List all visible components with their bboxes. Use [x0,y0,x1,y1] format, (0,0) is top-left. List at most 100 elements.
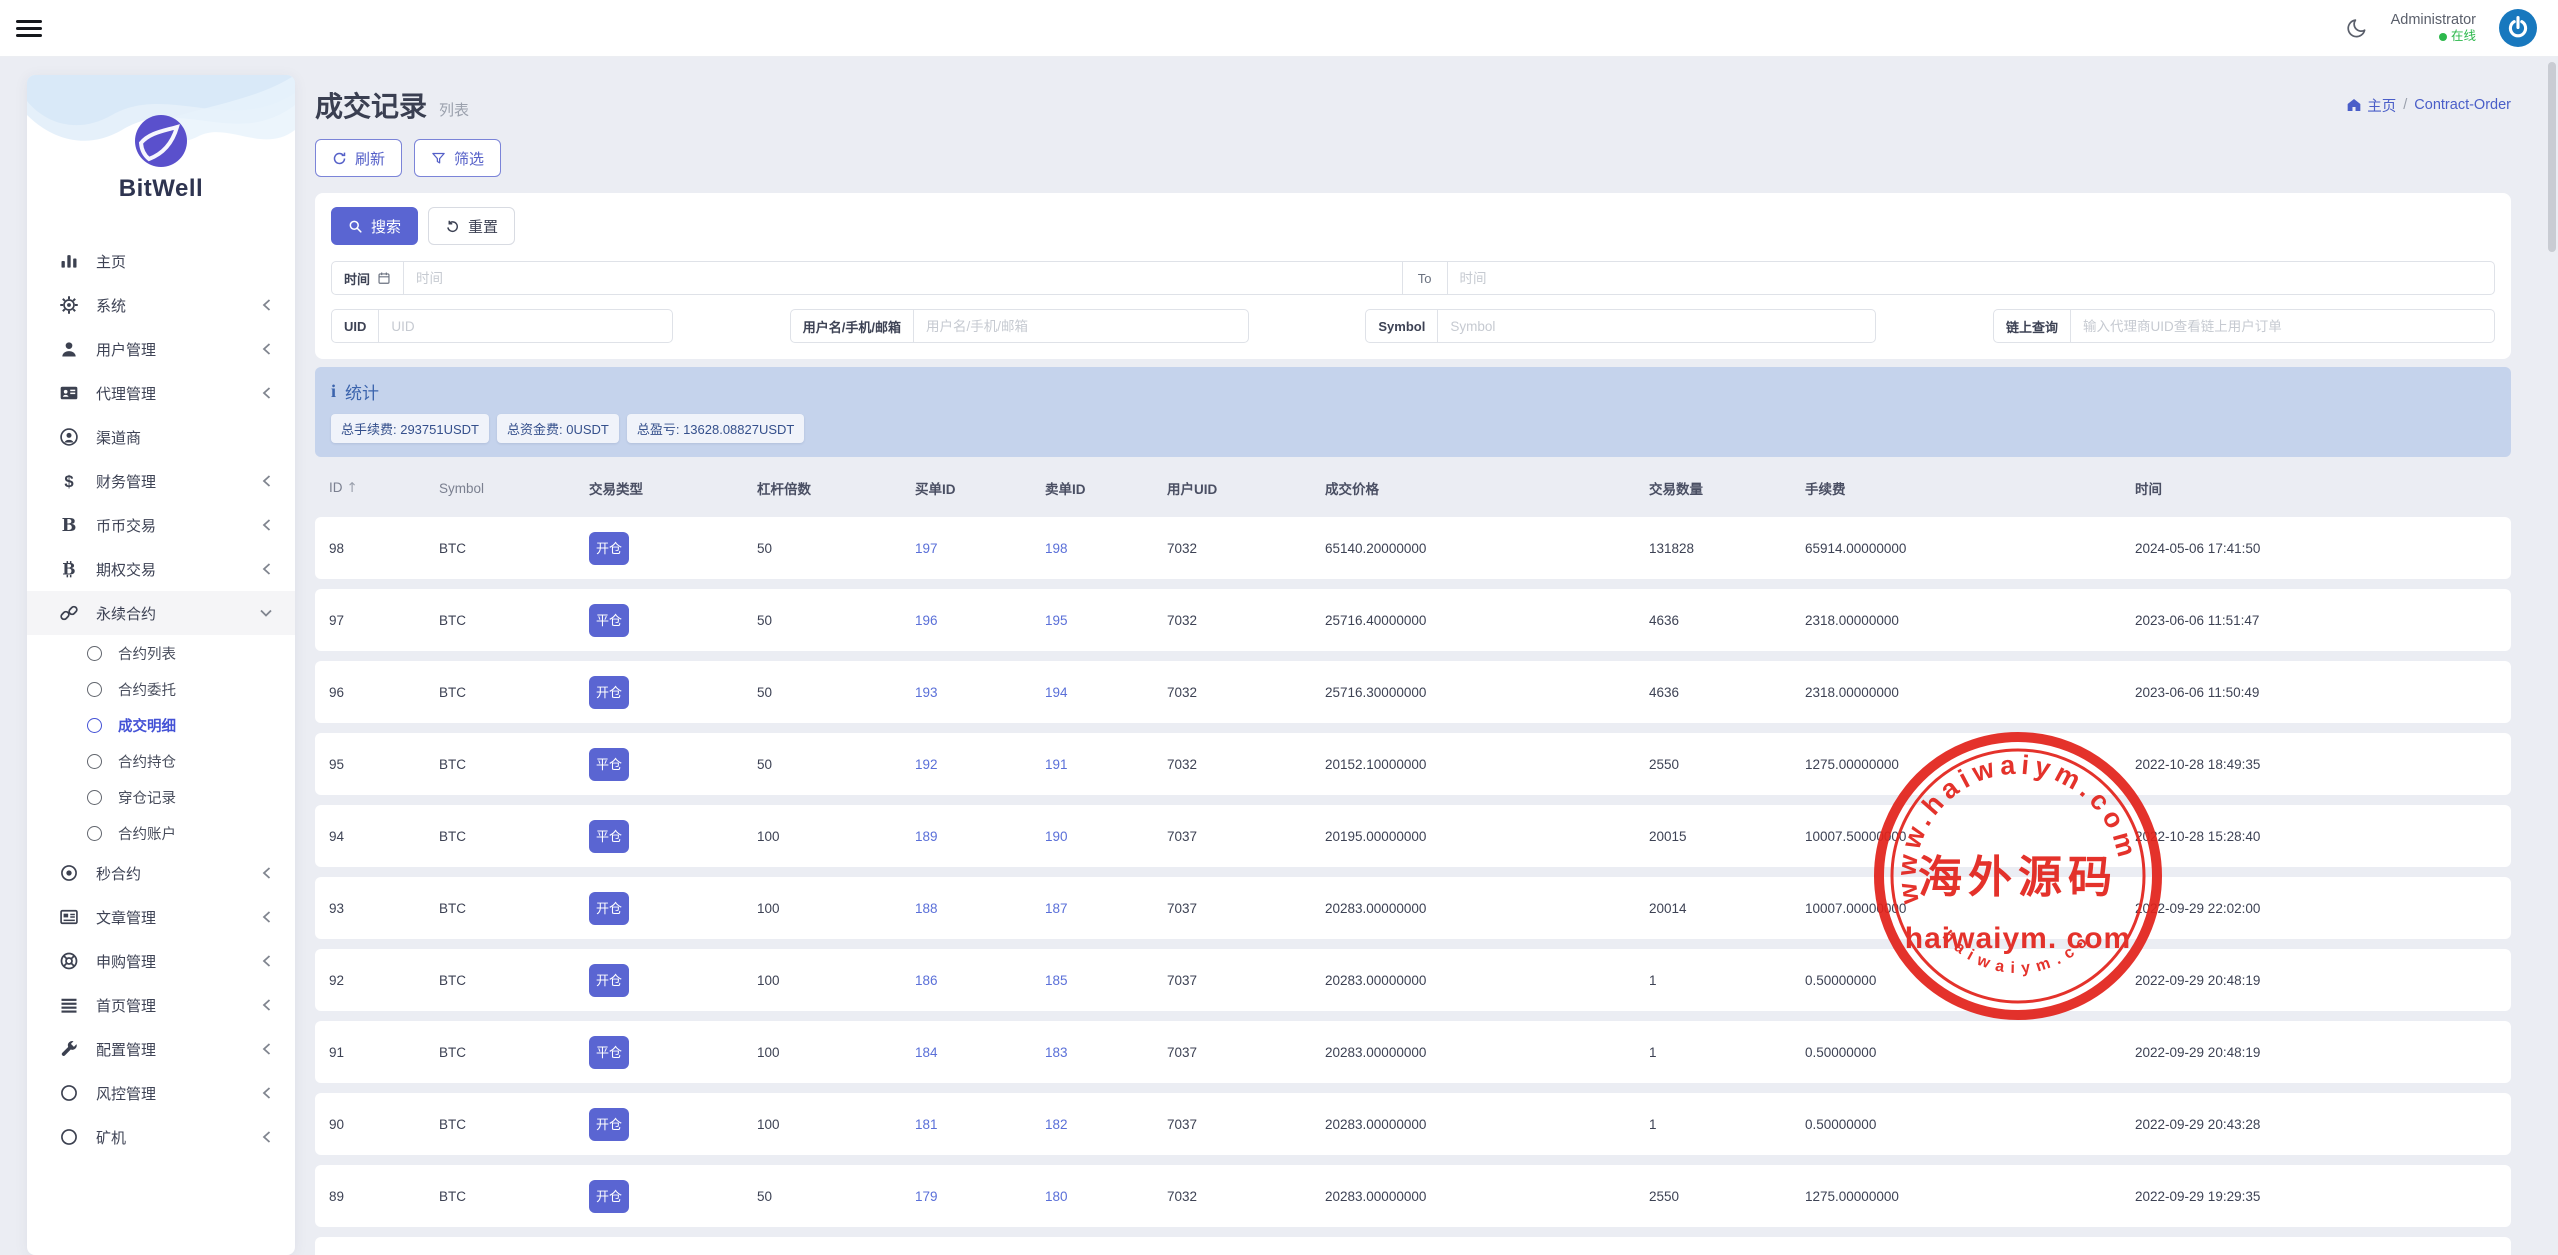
chain-query-field: 链上查询 [1993,309,2495,343]
bitwell-logo-icon [133,113,189,169]
sidebar-subitem-6[interactable]: 合约账户 [27,815,295,851]
sidebar-item-11[interactable]: 文章管理 [27,895,295,939]
table-row: 96BTC开仓50193194703225716.300000004636231… [315,661,2511,723]
cell-amount: 20015 [1649,829,1805,844]
table-row: 89BTC开仓50179180703220283.000000002550127… [315,1165,2511,1227]
cell-sell-id: 191 [1045,757,1167,772]
username-input[interactable] [914,310,1248,342]
sell-id-link[interactable]: 187 [1045,901,1068,916]
sell-id-link[interactable]: 180 [1045,1189,1068,1204]
column-header-1[interactable]: ID↑ [329,480,439,496]
buy-id-link[interactable]: 196 [915,613,938,628]
sell-id-link[interactable]: 185 [1045,973,1068,988]
trade-type-badge: 开仓 [589,532,629,565]
sidebar-item-4[interactable]: 代理管理 [27,371,295,415]
buy-id-link[interactable]: 189 [915,829,938,844]
radio-circle-icon [87,754,102,769]
breadcrumb-home-link[interactable]: 主页 [2346,95,2396,116]
column-header-8: 成交价格 [1325,478,1649,498]
sidebar-item-15[interactable]: 风控管理 [27,1071,295,1115]
filter-button[interactable]: 筛选 [414,139,501,177]
buy-id-link[interactable]: 184 [915,1045,938,1060]
sidebar-item-10[interactable]: 秒合约 [27,851,295,895]
sidebar-item-16[interactable]: 矿机 [27,1115,295,1159]
cell-sell-id: 180 [1045,1189,1167,1204]
cell-symbol: BTC [439,541,589,556]
reset-button[interactable]: 重置 [428,207,515,245]
buy-id-link[interactable]: 188 [915,901,938,916]
logout-power-button[interactable] [2498,8,2538,48]
cell-time: 2022-09-29 20:43:28 [2135,1117,2511,1132]
cell-amount: 4636 [1649,685,1805,700]
table-row: 92BTC开仓100186185703720283.0000000010.500… [315,949,2511,1011]
dark-mode-toggle[interactable] [2345,16,2369,40]
cell-fee: 10007.50000000 [1805,829,2135,844]
chevron-left-icon [261,954,273,968]
sidebar-subitem-1[interactable]: 合约列表 [27,635,295,671]
sidebar-item-14[interactable]: 配置管理 [27,1027,295,1071]
sidebar-subitem-5[interactable]: 穿仓记录 [27,779,295,815]
chain-link-icon [57,603,81,623]
sidebar-item-12[interactable]: 申购管理 [27,939,295,983]
symbol-input[interactable] [1438,310,1875,342]
hamburger-menu-icon[interactable] [16,16,42,41]
refresh-icon [332,151,347,166]
buy-id-link[interactable]: 181 [915,1117,938,1132]
sell-id-link[interactable]: 198 [1045,541,1068,556]
cell-uid: 7032 [1167,1189,1325,1204]
sell-id-link[interactable]: 183 [1045,1045,1068,1060]
buy-id-link[interactable]: 193 [915,685,938,700]
refresh-button[interactable]: 刷新 [315,139,402,177]
sell-id-link[interactable]: 191 [1045,757,1068,772]
cell-price: 20283.00000000 [1325,1045,1649,1060]
cell-price: 20152.10000000 [1325,757,1649,772]
sidebar-item-label: 币币交易 [96,515,156,536]
power-icon [2498,8,2538,48]
cell-buy-id: 188 [915,901,1045,916]
time-to-input[interactable] [1448,262,2494,294]
buy-id-link[interactable]: 192 [915,757,938,772]
cell-uid: 7032 [1167,541,1325,556]
sidebar-item-1[interactable]: 主页 [27,239,295,283]
sidebar-item-label: 系统 [96,295,126,316]
sidebar-item-9[interactable]: 永续合约 [27,591,295,635]
sidebar-item-8[interactable]: B期权交易 [27,547,295,591]
sidebar-subitem-2[interactable]: 合约委托 [27,671,295,707]
uid-field: UID [331,309,673,343]
sell-id-link[interactable]: 194 [1045,685,1068,700]
buy-id-link[interactable]: 179 [915,1189,938,1204]
cell-fee: 2318.00000000 [1805,685,2135,700]
sidebar-item-13[interactable]: 首页管理 [27,983,295,1027]
sell-id-link[interactable]: 195 [1045,613,1068,628]
sidebar-item-6[interactable]: $财务管理 [27,459,295,503]
page-scrollbar-thumb[interactable] [2548,62,2556,252]
sell-id-link[interactable]: 182 [1045,1117,1068,1132]
sidebar-item-5[interactable]: 渠道商 [27,415,295,459]
cell-id: 97 [329,613,439,628]
buy-id-link[interactable]: 197 [915,541,938,556]
home-icon [2346,97,2362,113]
symbol-field: Symbol [1365,309,1876,343]
letter-b-icon: B [57,515,81,535]
trade-type-badge: 开仓 [589,676,629,709]
sidebar-item-7[interactable]: B 币币交易 [27,503,295,547]
buy-id-link[interactable]: 186 [915,973,938,988]
search-button[interactable]: 搜索 [331,207,418,245]
cell-lever: 50 [757,757,915,772]
user-name: Administrator [2391,11,2476,29]
cell-fee: 65914.00000000 [1805,541,2135,556]
breadcrumb-current[interactable]: Contract-Order [2414,97,2511,113]
sidebar-item-label: 主页 [96,251,126,272]
chain-query-input[interactable] [2071,310,2494,342]
time-from-input[interactable] [404,262,1402,294]
sidebar-item-2[interactable]: 系统 [27,283,295,327]
sidebar-item-3[interactable]: 用户管理 [27,327,295,371]
cell-lever: 100 [757,829,915,844]
sell-id-link[interactable]: 190 [1045,829,1068,844]
uid-input[interactable] [379,310,672,342]
brand-name: BitWell [27,175,295,203]
user-info[interactable]: Administrator 在线 [2391,11,2476,45]
sidebar-subitem-3[interactable]: 成交明细 [27,707,295,743]
sidebar-subitem-4[interactable]: 合约持仓 [27,743,295,779]
cell-symbol: BTC [439,1117,589,1132]
